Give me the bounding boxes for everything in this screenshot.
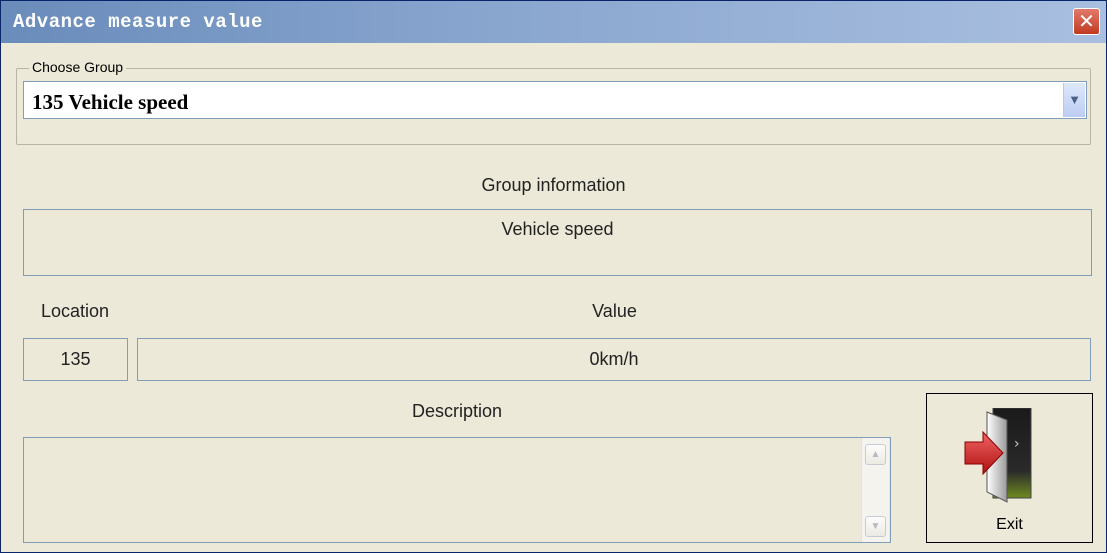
exit-label: Exit — [996, 516, 1023, 533]
location-field: 135 — [23, 338, 128, 381]
location-value: 135 — [60, 349, 91, 369]
close-button[interactable]: ✕ — [1073, 8, 1100, 35]
value-label: Value — [592, 301, 637, 321]
scroll-down-icon: ▼ — [870, 521, 881, 532]
choose-group-legend: Choose Group — [29, 59, 127, 75]
description-label: Description — [411, 401, 503, 421]
chevron-down-icon: ▼ — [1068, 92, 1081, 107]
value-field: 0km/h — [137, 338, 1091, 381]
close-icon: ✕ — [1078, 9, 1095, 33]
group-select-dropdown-button[interactable]: ▼ — [1063, 83, 1085, 117]
advance-measure-window: Advance measure value ✕ Choose Group 135… — [0, 0, 1107, 553]
scroll-up-icon: ▲ — [870, 449, 881, 460]
scroll-down-button[interactable]: ▼ — [865, 516, 886, 537]
exit-button[interactable]: › Exit — [926, 393, 1093, 543]
svg-text:›: › — [1014, 436, 1020, 452]
window-title: Advance measure value — [13, 11, 263, 33]
scroll-up-button[interactable]: ▲ — [865, 444, 886, 465]
value-readout: 0km/h — [589, 349, 639, 369]
group-select[interactable]: 135 Vehicle speed ▼ — [23, 81, 1087, 119]
group-select-value: 135 Vehicle speed — [32, 90, 189, 114]
description-scrollbar[interactable]: ▲ ▼ — [861, 438, 889, 542]
group-information-heading: Group information — [481, 175, 626, 195]
location-label: Location — [41, 301, 110, 321]
title-bar[interactable]: Advance measure value ✕ — [1, 1, 1106, 43]
group-information-value: Vehicle speed — [501, 219, 614, 239]
exit-door-icon: › — [964, 408, 1032, 503]
description-textarea[interactable] — [23, 437, 891, 543]
group-information-box: Vehicle speed — [23, 209, 1092, 276]
